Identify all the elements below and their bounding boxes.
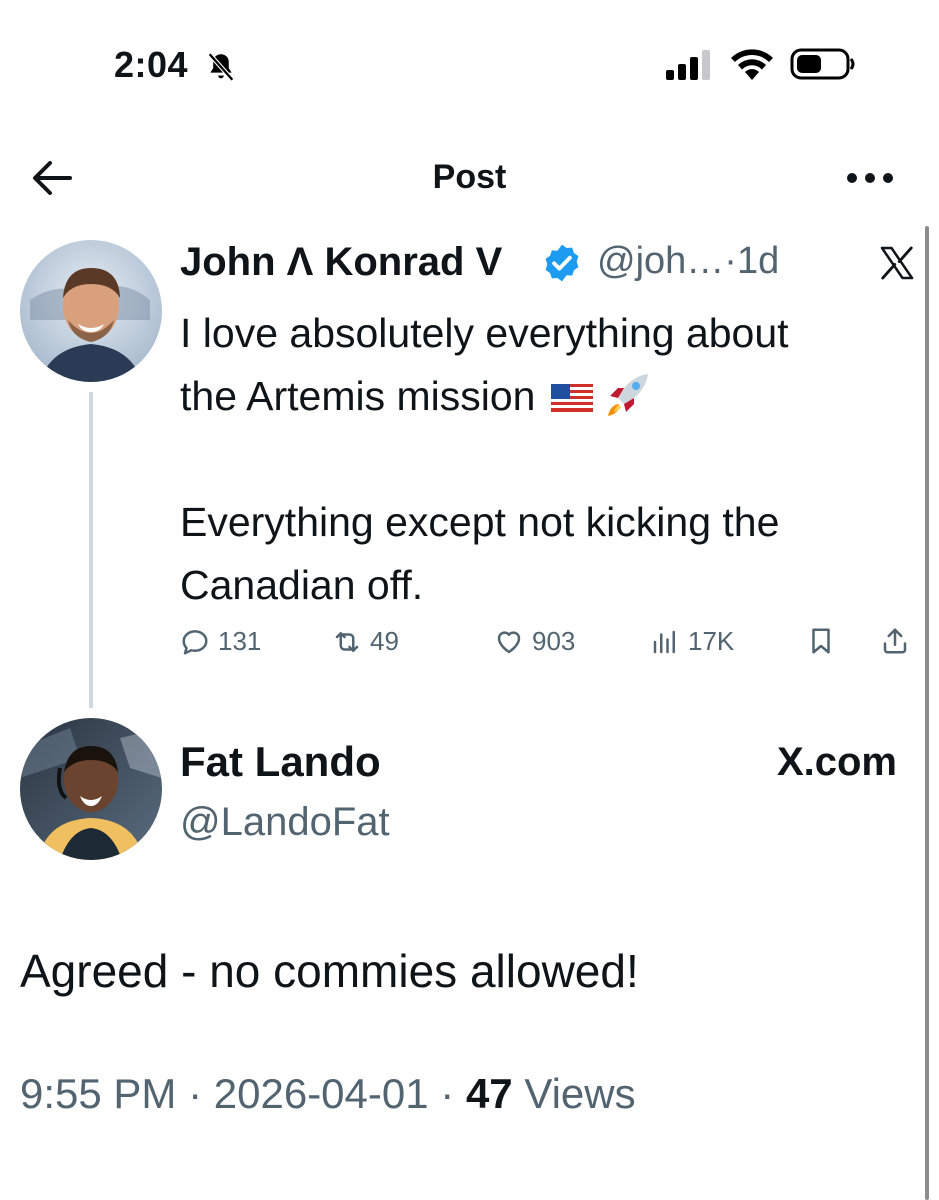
separator: · — [440, 1070, 455, 1117]
reply-time: 9:55 PM — [20, 1070, 177, 1117]
thread-line — [89, 392, 93, 708]
tweet-action-bar: 131 49 903 17K — [180, 626, 920, 666]
heart-icon — [497, 630, 521, 653]
avatar-john-konrad[interactable] — [20, 240, 162, 382]
author-handle: @joh… — [597, 240, 725, 282]
ellipsis-icon[interactable] — [846, 168, 894, 188]
bookmark-button[interactable] — [806, 626, 836, 656]
tweet-line: Canadian off. — [180, 562, 424, 608]
like-count: 903 — [532, 626, 576, 656]
bell-slash-icon — [207, 52, 235, 82]
separator: · — [724, 240, 737, 282]
bookmark-icon — [812, 628, 830, 654]
tweet-line: the Artemis mission — [180, 373, 536, 419]
separator: · — [188, 1070, 203, 1117]
tweet-text: I love absolutely everything about the A… — [180, 302, 900, 617]
share-icon — [883, 628, 907, 654]
views-count: 17K — [688, 626, 735, 656]
avatar-john-konrad-image — [20, 240, 162, 382]
scrollbar[interactable] — [925, 226, 929, 1200]
views-button[interactable]: 17K — [650, 626, 734, 657]
analytics-icon — [653, 630, 675, 653]
author-handle-and-age[interactable]: @joh…·1d — [597, 240, 779, 283]
reply-author-handle[interactable]: @LandoFat — [180, 800, 390, 845]
x-logo-icon — [880, 246, 914, 280]
avatar-fat-lando-image — [20, 718, 162, 860]
status-time: 2:04 — [114, 44, 189, 85]
us-flag-emoji — [550, 384, 593, 412]
repost-count: 49 — [370, 626, 399, 656]
author-name[interactable]: John Λ Konrad V — [180, 240, 502, 285]
reply-metadata: 9:55 PM · 2026-04-01 · 47 Views — [20, 1070, 636, 1118]
tweet-line: Everything except not kicking the — [180, 499, 780, 545]
page-title: Post — [432, 158, 507, 196]
tweet-line-with-emoji: the Artemis mission — [180, 365, 900, 428]
reply-text: Agreed - no commies allowed! — [20, 945, 639, 997]
battery-icon — [790, 48, 855, 80]
reply-views-count: 47 — [465, 1070, 513, 1117]
reply-button[interactable]: 131 — [180, 626, 261, 657]
cellular-signal-icon — [666, 50, 710, 80]
reply-icon — [182, 629, 208, 654]
repost-button[interactable]: 49 — [332, 626, 399, 657]
like-button[interactable]: 903 — [494, 626, 575, 657]
avatar-fat-lando[interactable] — [20, 718, 162, 860]
source-label: X.com — [776, 740, 897, 784]
share-button[interactable] — [880, 626, 910, 656]
reply-author-name[interactable]: Fat Lando — [180, 738, 381, 786]
wifi-icon — [731, 49, 773, 80]
repost-icon — [335, 631, 359, 652]
reply-count: 131 — [218, 626, 262, 656]
tweet-line: I love absolutely everything about — [180, 310, 789, 356]
reply-views-label: Views — [524, 1070, 636, 1117]
verified-badge-icon[interactable] — [541, 242, 583, 284]
tweet-age: 1d — [736, 240, 780, 282]
reply-date: 2026-04-01 — [213, 1070, 429, 1117]
rocket-emoji — [608, 372, 651, 416]
